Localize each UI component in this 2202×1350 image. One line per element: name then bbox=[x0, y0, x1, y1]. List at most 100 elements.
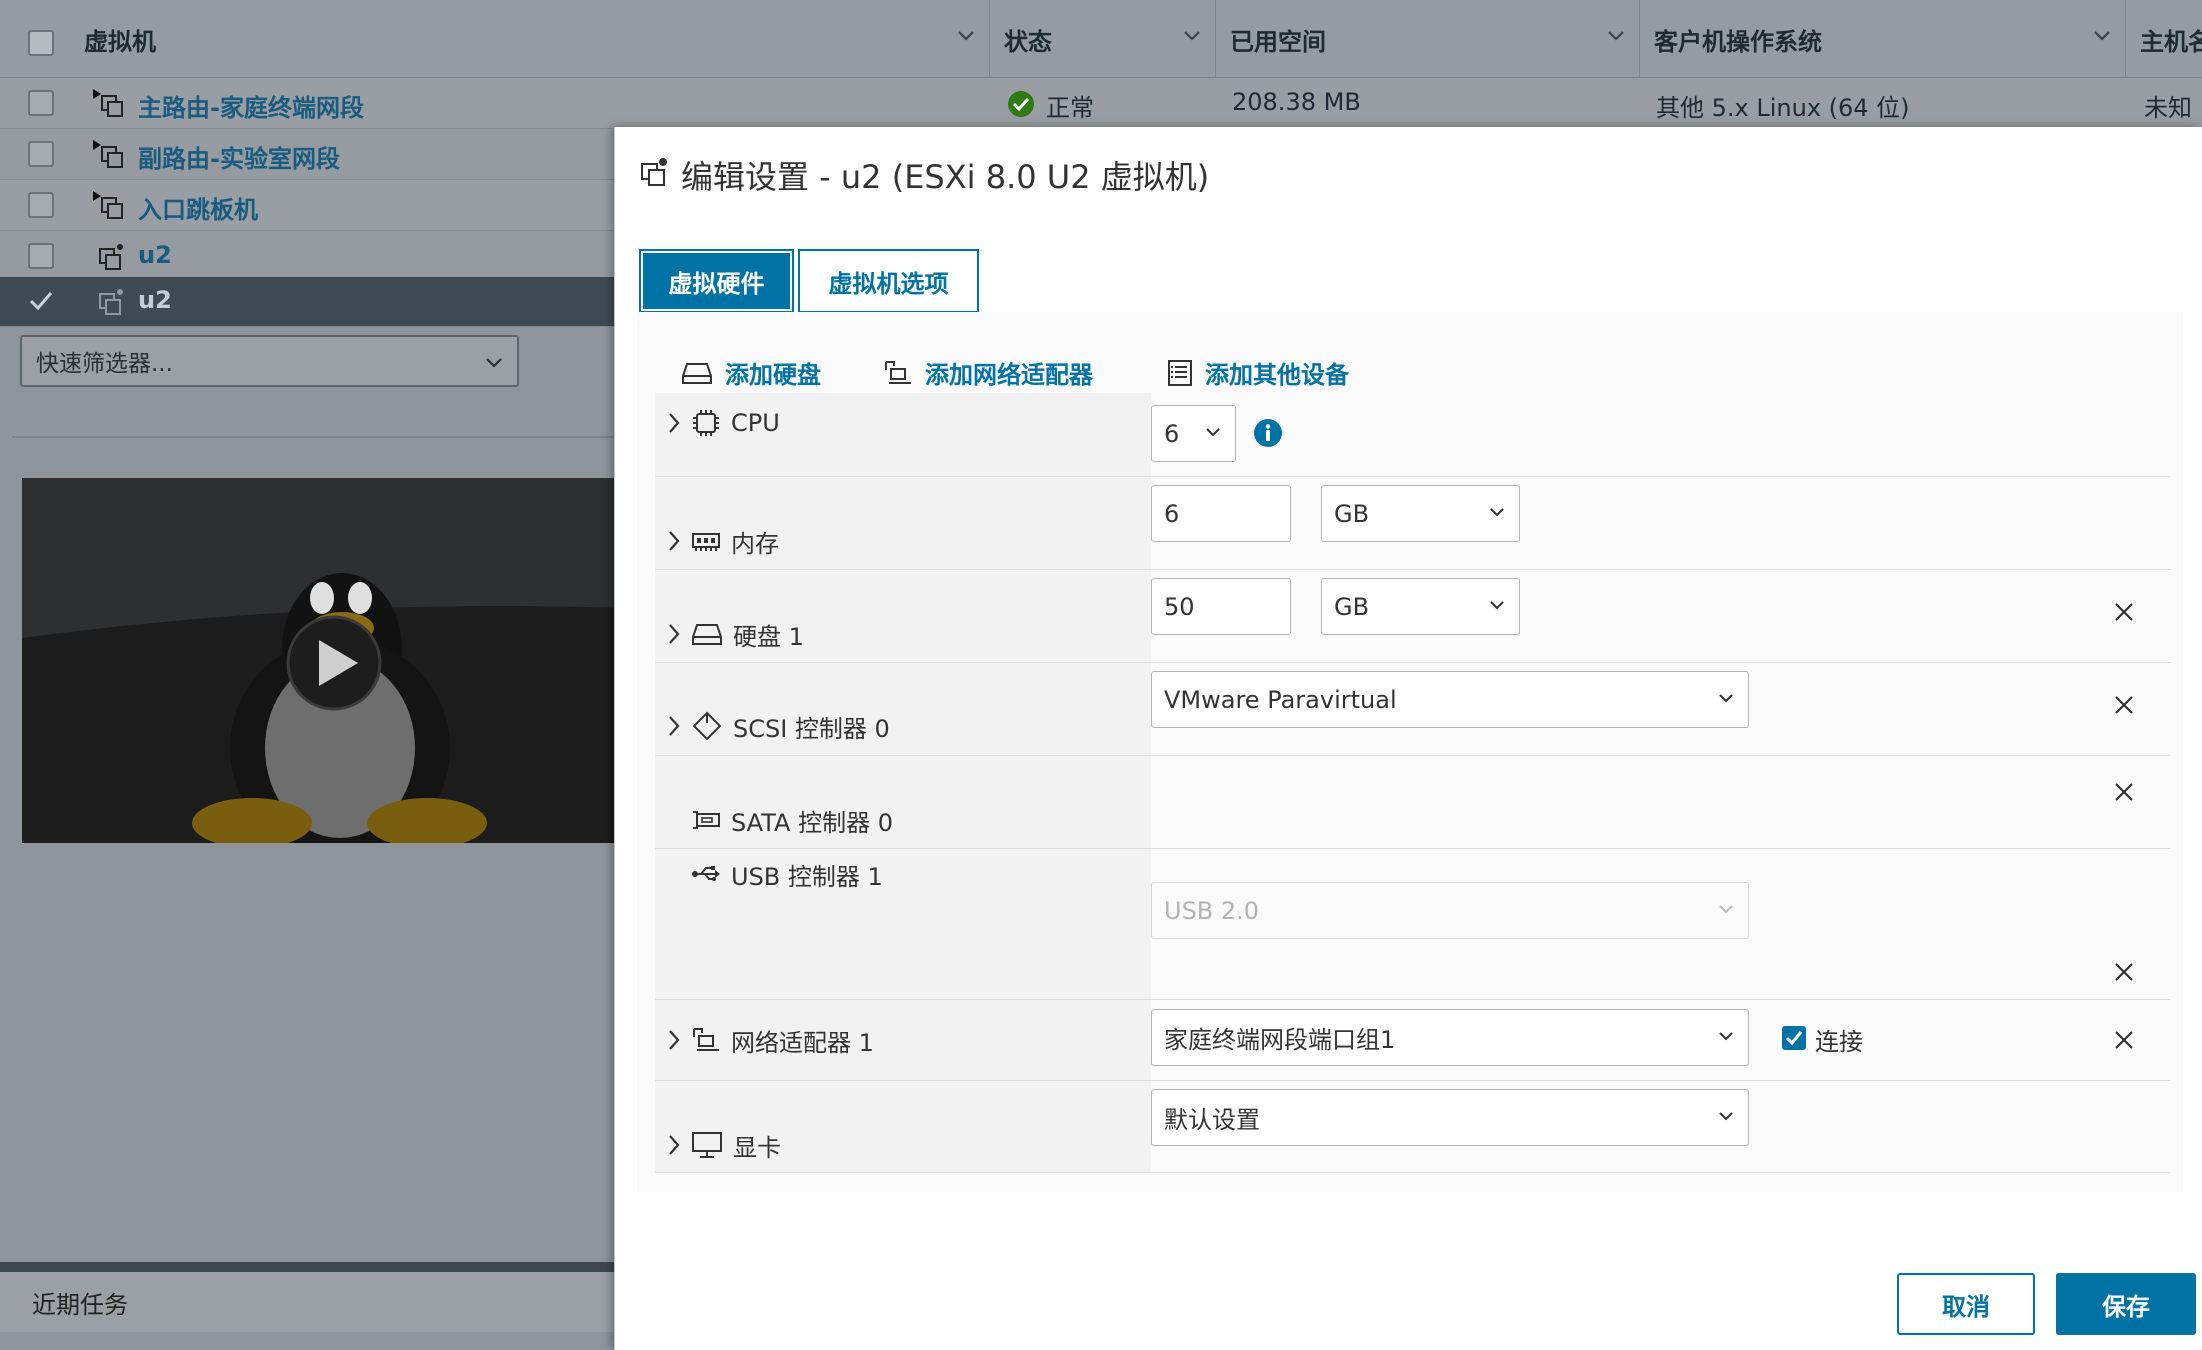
hw-row-network-adapter: 网络适配器 1 家庭终端网段端口组1 连接 bbox=[655, 1000, 2170, 1081]
hw-row-sata-controller: SATA 控制器 0 bbox=[655, 756, 2170, 849]
col-header-guest-os[interactable]: 客户机操作系统 bbox=[1640, 0, 2126, 78]
row-checkbox[interactable] bbox=[28, 192, 54, 218]
tab-virtual-hardware[interactable]: 虚拟硬件 bbox=[639, 249, 794, 313]
chevron-down-icon[interactable] bbox=[2093, 30, 2111, 42]
hw-row-video-card: 显卡 默认设置 bbox=[655, 1081, 2170, 1173]
chevron-down-icon bbox=[1719, 1112, 1733, 1121]
usb-controller-label: USB 控制器 1 bbox=[691, 849, 883, 899]
remove-scsi-close-icon[interactable] bbox=[2112, 693, 2136, 717]
tab-vm-options[interactable]: 虚拟机选项 bbox=[798, 249, 979, 313]
vm-powered-on-icon bbox=[93, 191, 123, 219]
network-adapter-expander[interactable]: 网络适配器 1 bbox=[667, 1020, 874, 1060]
sata-controller-icon bbox=[693, 811, 720, 829]
memory-unit-select[interactable]: GB bbox=[1321, 485, 1520, 542]
add-other-device-button[interactable]: 添加其他设备 bbox=[1167, 355, 1349, 390]
chevron-right-icon[interactable] bbox=[667, 412, 681, 434]
vm-used-space: 208.38 MB bbox=[1232, 88, 1361, 116]
scsi-type-select[interactable]: VMware Paravirtual bbox=[1151, 671, 1749, 728]
vm-icon bbox=[99, 289, 123, 315]
chevron-right-icon[interactable] bbox=[667, 715, 681, 737]
memory-expander[interactable]: 内存 bbox=[667, 521, 779, 561]
divider bbox=[12, 436, 622, 438]
network-adapter-icon bbox=[885, 360, 911, 384]
chevron-right-icon[interactable] bbox=[667, 530, 681, 552]
quick-filter-select[interactable]: 快速筛选器... bbox=[20, 335, 519, 387]
col-header-used-space[interactable]: 已用空间 bbox=[1216, 0, 1640, 78]
video-settings-select[interactable]: 默认设置 bbox=[1151, 1089, 1749, 1146]
chevron-down-icon bbox=[1490, 508, 1504, 517]
hw-row-scsi-controller: SCSI 控制器 0 VMware Paravirtual bbox=[655, 663, 2170, 756]
chevron-down-icon[interactable] bbox=[1607, 30, 1625, 42]
chevron-down-icon[interactable] bbox=[957, 30, 975, 42]
chevron-right-icon[interactable] bbox=[667, 1134, 681, 1156]
scsi-controller-icon bbox=[692, 711, 722, 741]
network-portgroup-select[interactable]: 家庭终端网段端口组1 bbox=[1151, 1009, 1749, 1066]
info-icon[interactable] bbox=[1253, 418, 1283, 448]
vm-settings-icon bbox=[641, 158, 667, 186]
hw-row-hard-disk: 硬盘 1 50 GB bbox=[655, 570, 2170, 663]
edit-settings-dialog: 编辑设置 - u2 (ESXi 8.0 U2 虚拟机) 虚拟硬件 虚拟机选项 添… bbox=[614, 127, 2202, 1350]
memory-icon bbox=[692, 533, 720, 551]
remove-nic-close-icon[interactable] bbox=[2112, 1028, 2136, 1052]
scsi-controller-expander[interactable]: SCSI 控制器 0 bbox=[667, 706, 890, 746]
select-all-checkbox[interactable] bbox=[28, 30, 54, 56]
vm-powered-on-icon bbox=[93, 89, 123, 117]
row-checkbox[interactable] bbox=[28, 243, 54, 269]
other-device-icon bbox=[1168, 359, 1192, 386]
vm-status-text: 正常 bbox=[1046, 94, 1094, 122]
recent-tasks-panel[interactable]: 近期任务 bbox=[0, 1272, 620, 1332]
hard-disk-icon bbox=[692, 624, 722, 645]
vm-grid-header: 虚拟机 状态 已用空间 客户机操作系统 主机名 bbox=[0, 0, 2202, 78]
vm-powered-on-icon bbox=[93, 140, 123, 168]
chevron-right-icon[interactable] bbox=[667, 1029, 681, 1051]
memory-size-input[interactable]: 6 bbox=[1151, 485, 1291, 542]
connect-checkbox[interactable] bbox=[1781, 1025, 1807, 1051]
cancel-button[interactable]: 取消 bbox=[1897, 1273, 2035, 1335]
col-header-host-name[interactable]: 主机名 bbox=[2126, 0, 2202, 78]
chevron-right-icon[interactable] bbox=[667, 623, 681, 645]
hw-row-usb-controller: USB 控制器 1 USB 2.0 bbox=[655, 849, 2170, 1000]
hw-row-cpu: CPU 6 bbox=[655, 393, 2170, 477]
chevron-down-icon bbox=[486, 358, 502, 368]
chevron-down-icon bbox=[1719, 905, 1733, 914]
remove-disk-close-icon[interactable] bbox=[2112, 600, 2136, 624]
remove-sata-close-icon[interactable] bbox=[2112, 780, 2136, 804]
vm-name-link[interactable]: 副路由-实验室网段 bbox=[138, 139, 340, 174]
vm-console-thumbnail[interactable] bbox=[22, 478, 622, 843]
connect-label: 连接 bbox=[1815, 1028, 1863, 1056]
chevron-down-icon bbox=[1490, 601, 1504, 610]
network-adapter-icon bbox=[693, 1028, 719, 1051]
add-network-adapter-button[interactable]: 添加网络适配器 bbox=[883, 355, 1093, 390]
hard-disk-icon bbox=[682, 362, 712, 384]
linux-penguin-icon bbox=[22, 573, 622, 843]
row-checkbox[interactable] bbox=[28, 141, 54, 167]
checkmark-icon[interactable] bbox=[28, 289, 54, 313]
save-button[interactable]: 保存 bbox=[2056, 1273, 2196, 1335]
cpu-expander[interactable]: CPU bbox=[667, 403, 780, 443]
row-checkbox[interactable] bbox=[28, 90, 54, 116]
vm-icon bbox=[99, 244, 123, 270]
add-disk-button[interactable]: 添加硬盘 bbox=[681, 355, 821, 390]
table-row[interactable]: 主路由-家庭终端网段 正常 208.38 MB 其他 5.x Linux (64… bbox=[0, 78, 2202, 129]
vm-host-name: 未知 bbox=[2144, 94, 2192, 122]
chevron-down-icon bbox=[1719, 1032, 1733, 1041]
chevron-down-icon bbox=[1719, 694, 1733, 703]
col-header-name[interactable]: 虚拟机 bbox=[70, 0, 990, 78]
cpu-count-select[interactable]: 6 bbox=[1151, 405, 1236, 462]
chevron-down-icon[interactable] bbox=[1183, 30, 1201, 42]
video-card-expander[interactable]: 显卡 bbox=[667, 1125, 781, 1165]
chevron-down-icon bbox=[1206, 428, 1220, 437]
vm-name-link[interactable]: 入口跳板机 bbox=[138, 190, 258, 225]
vm-name-link[interactable]: 主路由-家庭终端网段 bbox=[138, 88, 364, 123]
col-header-status[interactable]: 状态 bbox=[990, 0, 1216, 78]
recent-tasks-divider bbox=[0, 1262, 620, 1272]
disk-unit-select[interactable]: GB bbox=[1321, 578, 1520, 635]
vm-name-link[interactable]: u2 bbox=[138, 241, 172, 269]
monitor-icon bbox=[692, 1132, 722, 1158]
dialog-title: 编辑设置 - u2 (ESXi 8.0 U2 虚拟机) bbox=[681, 158, 1210, 196]
hard-disk-expander[interactable]: 硬盘 1 bbox=[667, 614, 804, 654]
vm-name-link[interactable]: u2 bbox=[138, 286, 172, 314]
remove-usb-close-icon[interactable] bbox=[2112, 960, 2136, 984]
disk-size-input[interactable]: 50 bbox=[1151, 578, 1291, 635]
vm-guest-os: 其他 5.x Linux (64 位) bbox=[1656, 94, 1910, 122]
